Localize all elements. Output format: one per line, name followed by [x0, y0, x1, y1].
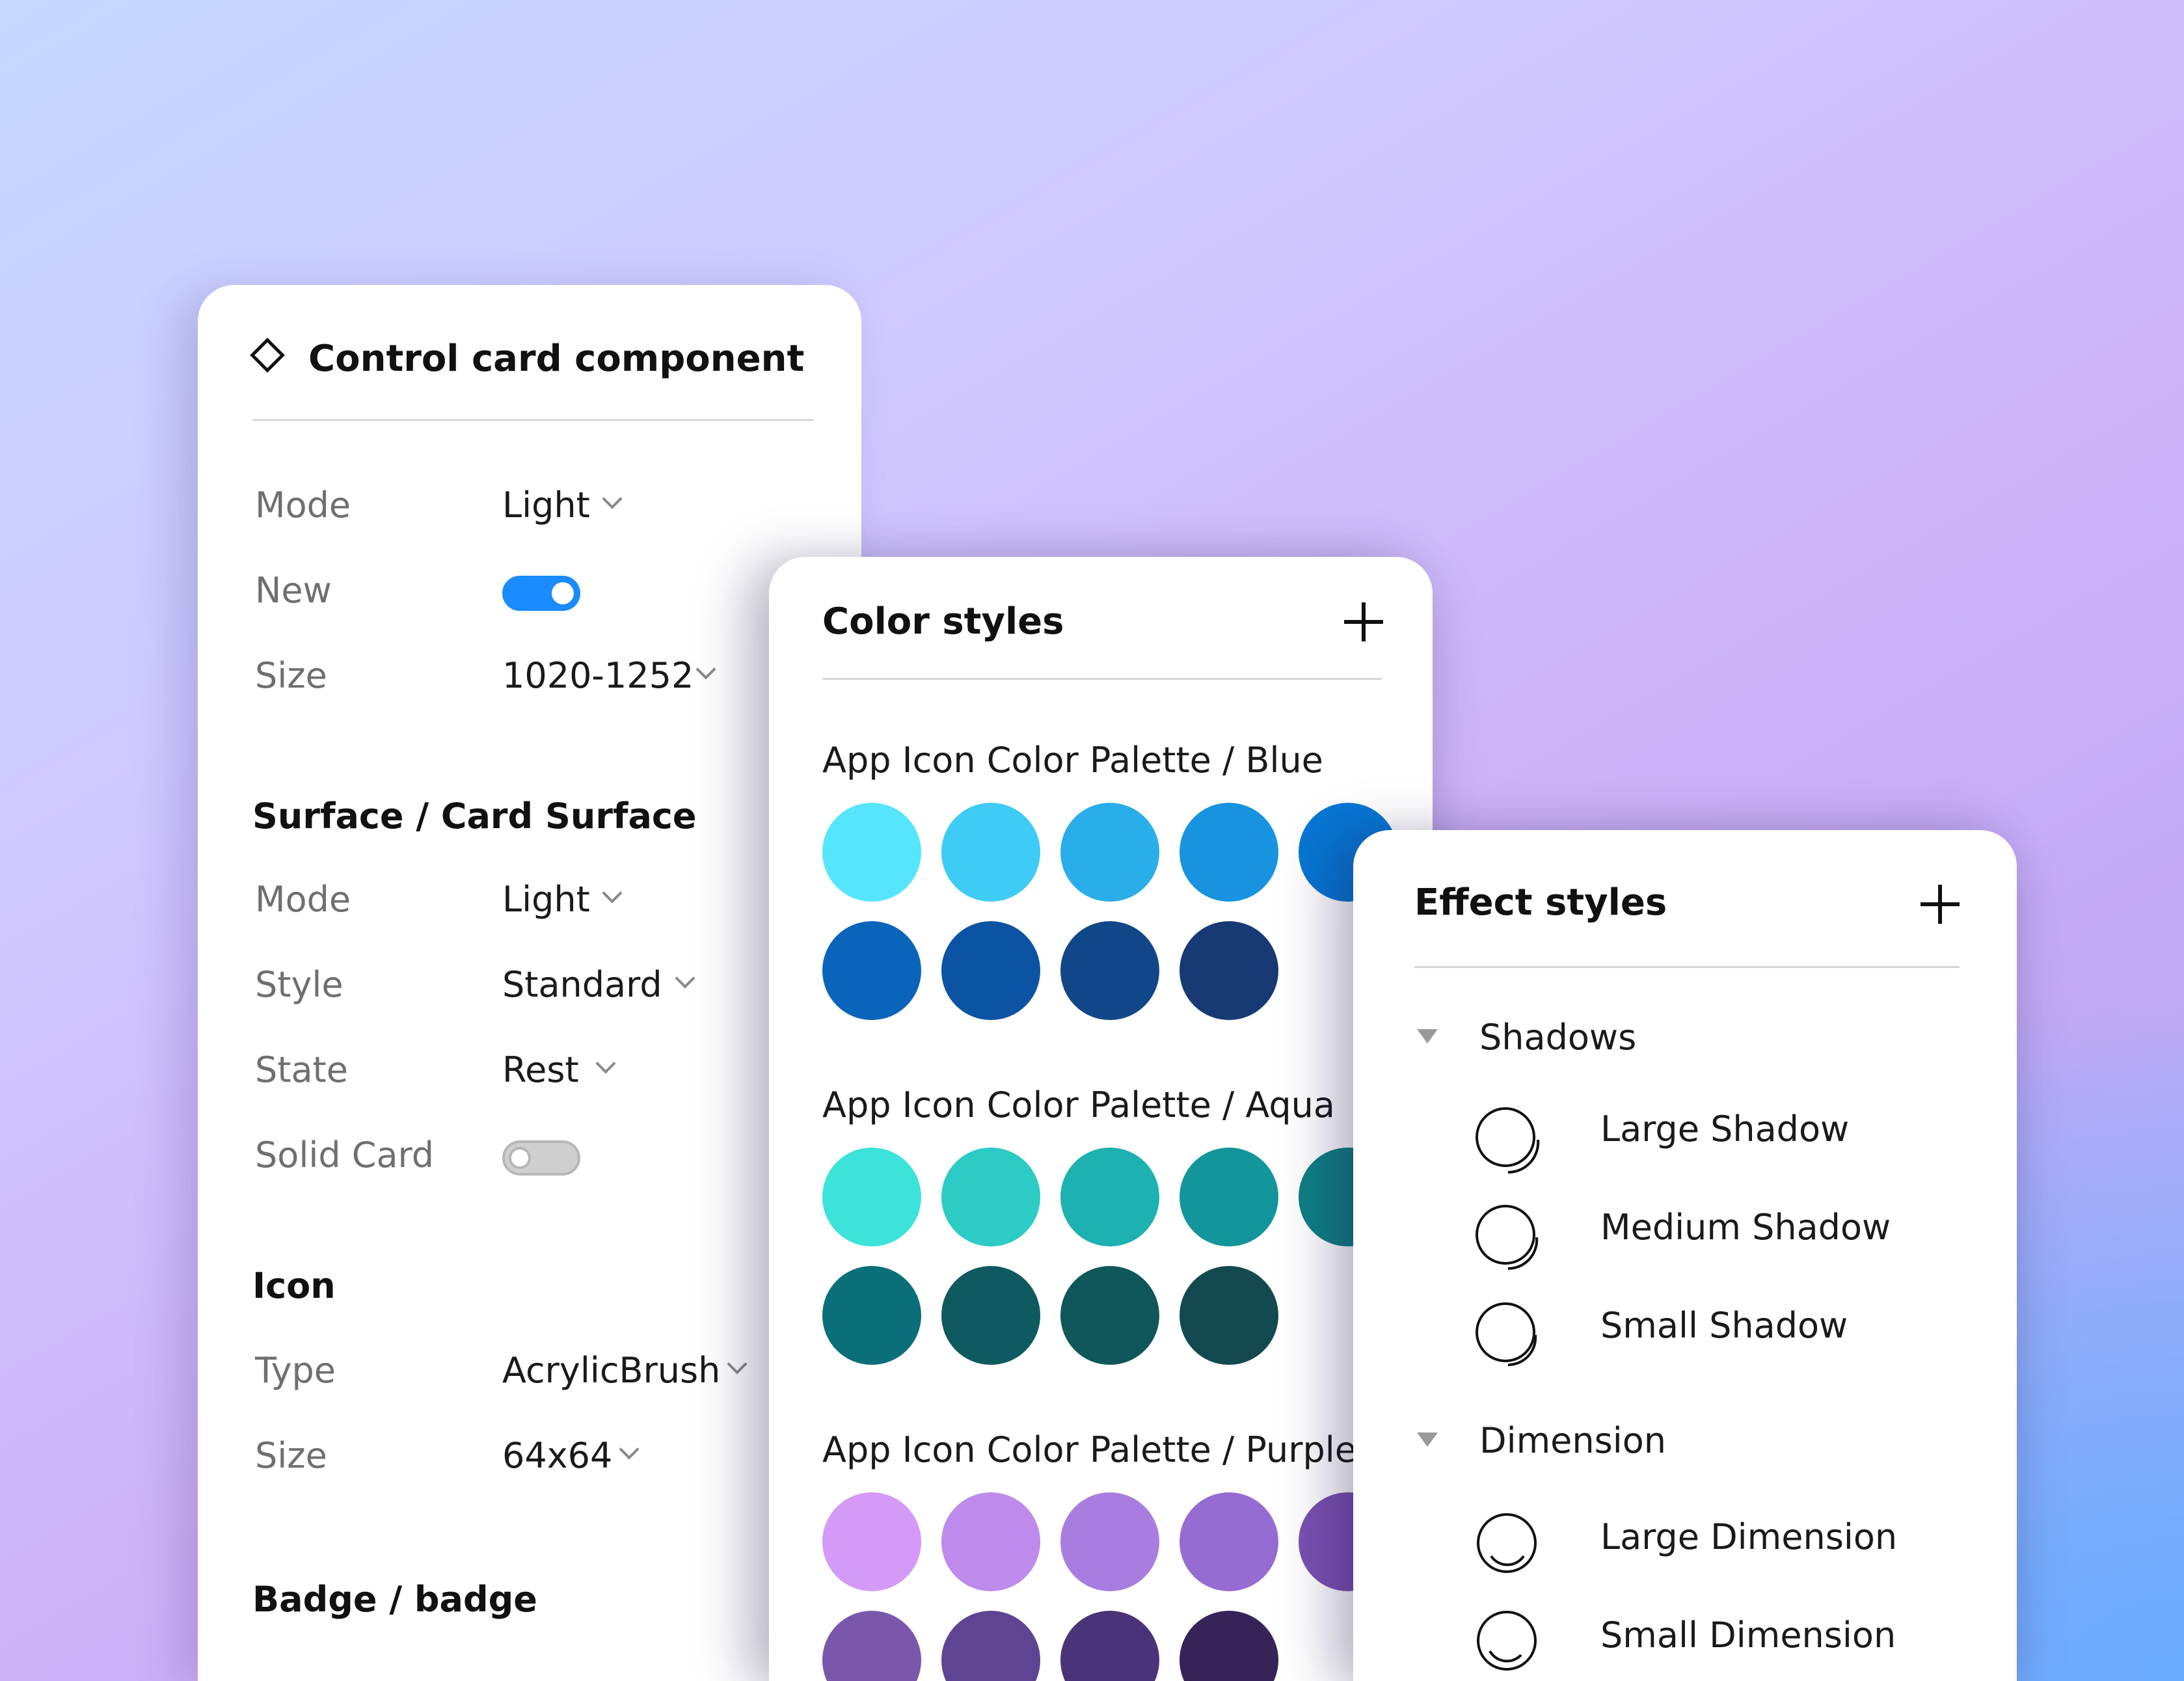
color-swatch[interactable]	[822, 1611, 921, 1681]
solid-card-label: Solid Card	[255, 1135, 435, 1176]
color-swatch[interactable]	[822, 1266, 921, 1365]
size-dropdown[interactable]: 1020-1252	[502, 658, 694, 693]
color-styles-title: Color styles	[822, 600, 1064, 643]
chevron-down-icon[interactable]	[602, 883, 623, 904]
color-swatch[interactable]	[941, 1611, 1040, 1681]
mode-label: Mode	[255, 485, 351, 526]
dimension-effect-icon	[1477, 1513, 1537, 1573]
effect-styles-title: Effect styles	[1414, 881, 1667, 924]
state-label: State	[255, 1049, 348, 1090]
color-swatch[interactable]	[822, 1492, 921, 1591]
component-diamond-icon	[250, 338, 285, 373]
color-swatch[interactable]	[941, 1148, 1040, 1246]
solid-card-toggle[interactable]	[502, 1140, 580, 1176]
surface-section-title: Surface / Card Surface	[252, 796, 697, 837]
palette-name: App Icon Color Palette / Aqua	[822, 1084, 1335, 1125]
effect-style-item[interactable]: Large Dimension	[1600, 1520, 1897, 1555]
effect-style-item[interactable]: Small Shadow	[1600, 1308, 1848, 1343]
effect-style-item[interactable]: Medium Shadow	[1600, 1210, 1891, 1245]
collapse-triangle-icon[interactable]	[1417, 1029, 1438, 1043]
color-swatch[interactable]	[1060, 1611, 1159, 1681]
effect-styles-panel: Effect styles Shadows Large Shadow Mediu…	[1353, 830, 2017, 1681]
divider	[252, 419, 813, 421]
chevron-down-icon[interactable]	[727, 1354, 748, 1375]
shadow-effect-icon	[1476, 1205, 1539, 1271]
badge-section-title: Badge / badge	[252, 1579, 537, 1620]
color-swatch[interactable]	[1060, 921, 1159, 1020]
color-swatch[interactable]	[1060, 1266, 1159, 1365]
control-card-title: Control card component	[308, 338, 805, 380]
surface-mode-dropdown[interactable]: Light	[502, 882, 590, 917]
color-swatch[interactable]	[1180, 1492, 1278, 1591]
toggle-knob	[552, 582, 574, 604]
icon-size-dropdown[interactable]: 64x64	[502, 1438, 612, 1473]
size-label: Size	[255, 655, 327, 696]
shadows-group-label[interactable]: Shadows	[1479, 1020, 1636, 1055]
color-swatch[interactable]	[1180, 1148, 1278, 1246]
color-swatch[interactable]	[941, 803, 1040, 902]
palette-name: App Icon Color Palette / Blue	[822, 740, 1323, 781]
color-swatch[interactable]	[822, 1148, 921, 1246]
color-swatch[interactable]	[1180, 1266, 1278, 1365]
new-label: New	[255, 570, 332, 611]
chevron-down-icon[interactable]	[619, 1439, 640, 1460]
state-dropdown[interactable]: Rest	[502, 1053, 579, 1088]
color-swatch[interactable]	[941, 1266, 1040, 1365]
canvas-background: { "control_card": { "title": "Control ca…	[0, 0, 2184, 1681]
surface-mode-label: Mode	[255, 879, 351, 920]
shadow-effect-icon	[1476, 1107, 1540, 1174]
divider	[822, 678, 1382, 680]
chevron-down-icon[interactable]	[595, 1053, 616, 1074]
effect-style-item[interactable]: Large Shadow	[1600, 1112, 1849, 1147]
color-styles-panel: Color styles App Icon Color Palette / Bl…	[769, 557, 1433, 1681]
plus-icon[interactable]	[1344, 602, 1383, 641]
palette-name: App Icon Color Palette / Purple	[822, 1429, 1356, 1470]
chevron-down-icon[interactable]	[675, 968, 695, 989]
icon-section-title: Icon	[252, 1265, 336, 1306]
toggle-knob	[509, 1147, 531, 1169]
shadow-effect-icon	[1476, 1302, 1537, 1367]
color-swatch[interactable]	[1180, 921, 1278, 1020]
color-swatch[interactable]	[822, 803, 921, 902]
chevron-down-icon[interactable]	[695, 659, 716, 680]
color-swatch[interactable]	[1180, 803, 1278, 902]
color-swatch[interactable]	[822, 921, 921, 1020]
style-dropdown[interactable]: Standard	[502, 967, 662, 1002]
color-swatch[interactable]	[1180, 1611, 1278, 1681]
plus-icon[interactable]	[1921, 885, 1960, 924]
style-label: Style	[255, 964, 344, 1005]
dimension-group-label[interactable]: Dimension	[1479, 1423, 1666, 1459]
control-card-panel: Control card component Mode Light New Si…	[198, 285, 861, 1681]
color-swatch[interactable]	[941, 1492, 1040, 1591]
collapse-triangle-icon[interactable]	[1417, 1432, 1438, 1447]
color-swatch[interactable]	[1060, 1148, 1159, 1246]
divider	[1414, 966, 1960, 968]
effect-style-item[interactable]: Small Dimension	[1600, 1618, 1896, 1653]
icon-type-label: Type	[255, 1350, 336, 1391]
new-toggle[interactable]	[502, 576, 580, 611]
chevron-down-icon[interactable]	[602, 489, 623, 509]
color-swatch[interactable]	[941, 921, 1040, 1020]
icon-type-dropdown[interactable]: AcrylicBrush	[502, 1353, 720, 1388]
color-swatch[interactable]	[1060, 1492, 1159, 1591]
mode-dropdown[interactable]: Light	[502, 488, 590, 523]
color-swatch[interactable]	[1060, 803, 1159, 902]
icon-size-label: Size	[255, 1435, 327, 1476]
dimension-effect-icon	[1477, 1611, 1537, 1671]
